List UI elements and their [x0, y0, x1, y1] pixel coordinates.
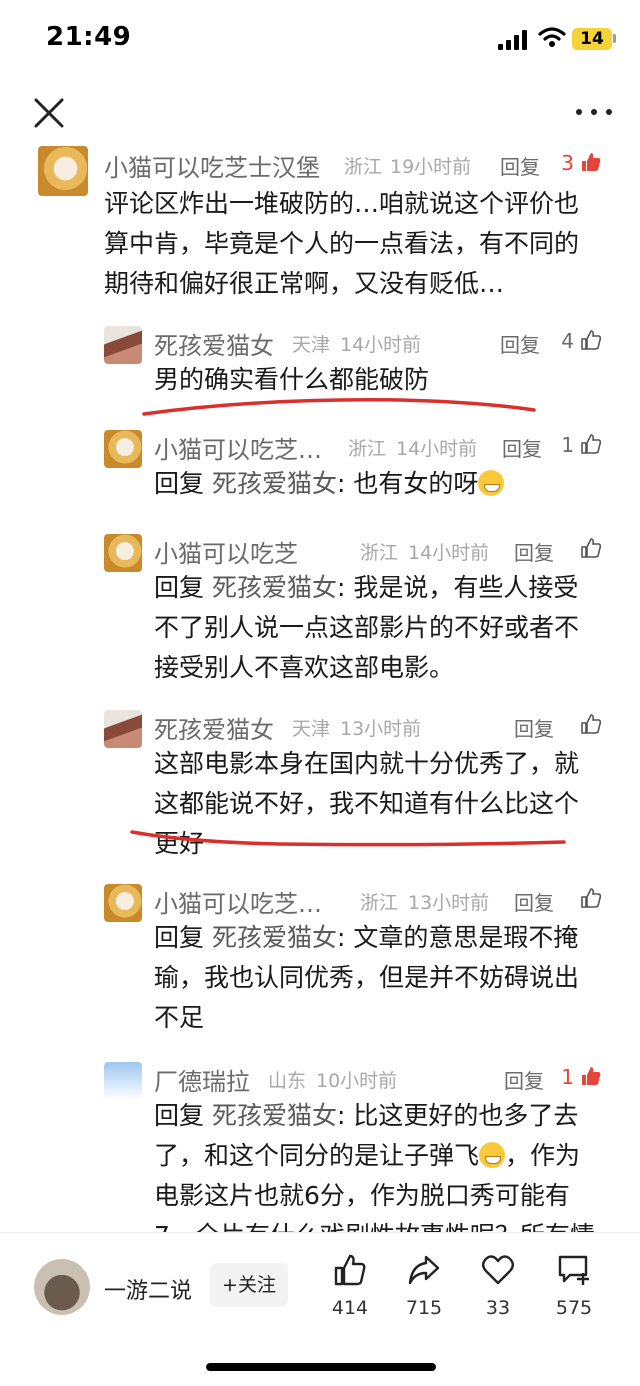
comment-text: 回复 死孩爱猫女: 文章的意思是瑕不掩瑜，我也认同优秀，但是并不妨碍说出不足	[154, 918, 594, 1038]
reply-button[interactable]: 回复	[514, 537, 554, 566]
comment-icon	[558, 1255, 589, 1285]
reply-button[interactable]: 回复	[500, 151, 540, 180]
reply-button[interactable]: 回复	[502, 433, 542, 462]
comment-author[interactable]: 小猫可以吃芝	[154, 534, 298, 569]
comment-time: 14小时前	[408, 542, 490, 564]
comment-author[interactable]: 厂德瑞拉	[154, 1062, 250, 1097]
reply-prefix: 回复	[154, 923, 205, 952]
colon: :	[336, 469, 346, 498]
thumbs-up-icon[interactable]	[580, 887, 602, 909]
author-name[interactable]: 一游二说	[104, 1273, 192, 1305]
comment-author[interactable]: 死孩爱猫女	[154, 326, 274, 361]
avatar[interactable]	[104, 710, 142, 748]
avatar[interactable]	[104, 1062, 142, 1100]
favorite-count: 33	[485, 1297, 511, 1319]
author-avatar[interactable]	[34, 1259, 90, 1315]
laughing-emoji-icon	[478, 470, 505, 496]
comment-time: 10小时前	[316, 1070, 398, 1092]
battery-indicator: 14	[572, 28, 612, 50]
colon: :	[336, 573, 346, 602]
reply-prefix: 回复	[154, 573, 205, 602]
mention-link[interactable]: 死孩爱猫女	[212, 573, 337, 602]
comment-text: 回复 死孩爱猫女: 比这更好的也多了去了，和这个同分的是让子弹飞 ，作为电影这片也…	[154, 1096, 600, 1234]
thumbs-up-icon[interactable]	[580, 151, 602, 173]
favorite-action[interactable]: 33	[468, 1253, 528, 1319]
comment-region: 浙江	[348, 438, 387, 460]
comment-time: 14小时前	[396, 438, 478, 460]
comment-time: 13小时前	[340, 718, 422, 740]
reply-button[interactable]: 回复	[514, 887, 554, 916]
colon: :	[336, 923, 346, 952]
reply-button[interactable]: 回复	[514, 713, 554, 742]
comment-region: 浙江	[360, 542, 399, 564]
mention-link[interactable]: 死孩爱猫女	[212, 469, 337, 498]
like-count: 414	[331, 1297, 369, 1319]
like-count: 1	[561, 1065, 574, 1089]
comment-count: 575	[555, 1297, 593, 1319]
share-count: 715	[405, 1297, 443, 1319]
thumbs-up-icon[interactable]	[580, 329, 602, 351]
thumbs-up-icon	[334, 1254, 366, 1286]
comment-item: 厂德瑞拉 山东 10小时前 回复 1 回复 死孩爱猫女: 比这更好的也多了去了，…	[0, 1058, 640, 1234]
comment-item: 小猫可以吃芝 浙江 14小时前 回复 回复 死孩爱猫女: 我是说，有些人接受不了…	[0, 530, 640, 690]
home-indicator	[206, 1363, 436, 1371]
reply-prefix: 回复	[154, 1101, 205, 1130]
share-action[interactable]: 715	[394, 1253, 454, 1319]
more-icon[interactable]	[576, 104, 612, 120]
close-icon[interactable]	[32, 96, 66, 130]
comment-text: 回复 死孩爱猫女: 我是说，有些人接受不了别人说一点这部影片的不好或者不接受别人…	[154, 568, 594, 688]
comment-region: 浙江	[360, 892, 399, 914]
share-icon	[408, 1255, 440, 1285]
follow-button[interactable]: +关注	[210, 1263, 288, 1307]
like-count: 4	[561, 329, 574, 353]
signal-icon	[498, 30, 530, 50]
reply-text: 也有女的呀	[353, 469, 479, 498]
thumbs-up-icon[interactable]	[580, 433, 602, 455]
grinning-emoji-icon	[479, 1142, 506, 1168]
avatar[interactable]	[104, 430, 142, 468]
thumbs-up-icon[interactable]	[580, 1065, 602, 1087]
comment-item: 小猫可以吃芝… 浙江 14小时前 回复 1 回复 死孩爱猫女: 也有女的呀	[0, 426, 640, 516]
comment-text: 评论区炸出一堆破防的…咱就说这个评价也算中肯，毕竟是个人的一点看法，有不同的期待…	[104, 189, 580, 298]
comment-time: 13小时前	[408, 892, 490, 914]
like-count: 3	[561, 151, 574, 175]
mention-link[interactable]: 死孩爱猫女	[212, 923, 337, 952]
reply-button[interactable]: 回复	[500, 329, 540, 358]
comment-time: 19小时前	[390, 156, 472, 178]
avatar[interactable]	[104, 326, 142, 364]
comment-item: 小猫可以吃芝士汉堡 浙江 19小时前 回复 3 评论区炸出一堆破防的…咱就说这个…	[0, 140, 640, 300]
comment-region: 浙江	[344, 156, 383, 178]
comment-author[interactable]: 小猫可以吃芝…	[154, 884, 322, 919]
comment-text: 男的确实看什么都能破防	[154, 365, 430, 394]
comment-author[interactable]: 小猫可以吃芝士汉堡	[104, 148, 320, 183]
reply-prefix: 回复	[154, 469, 205, 498]
comment-region: 天津	[292, 334, 331, 356]
comment-text: 回复 死孩爱猫女: 也有女的呀	[154, 464, 594, 504]
red-underline	[142, 398, 536, 416]
mention-link[interactable]: 死孩爱猫女	[212, 1101, 337, 1130]
wifi-icon	[538, 27, 566, 47]
avatar[interactable]	[38, 146, 88, 196]
battery-nub	[613, 34, 616, 43]
comment-region: 山东	[268, 1070, 307, 1092]
heart-icon	[482, 1255, 514, 1285]
thumbs-up-icon[interactable]	[580, 713, 602, 735]
comment-time: 14小时前	[340, 334, 422, 356]
comment-item: 小猫可以吃芝… 浙江 13小时前 回复 回复 死孩爱猫女: 文章的意思是瑕不掩瑜…	[0, 880, 640, 1040]
bottom-action-bar: 一游二说 +关注 414 715 33 575	[0, 1232, 640, 1386]
avatar[interactable]	[104, 884, 142, 922]
reply-button[interactable]: 回复	[504, 1065, 544, 1094]
colon: :	[336, 1101, 346, 1130]
like-count: 1	[561, 433, 574, 457]
comment-author[interactable]: 死孩爱猫女	[154, 710, 274, 745]
avatar[interactable]	[104, 534, 142, 572]
like-action[interactable]: 414	[320, 1253, 380, 1319]
status-bar: 21:49 14	[0, 0, 640, 80]
red-underline	[130, 830, 566, 847]
status-time: 21:49	[46, 22, 132, 52]
comment-region: 天津	[292, 718, 331, 740]
thumbs-up-icon[interactable]	[580, 537, 602, 559]
comment-author[interactable]: 小猫可以吃芝…	[154, 430, 322, 465]
comment-action[interactable]: 575	[544, 1253, 604, 1319]
